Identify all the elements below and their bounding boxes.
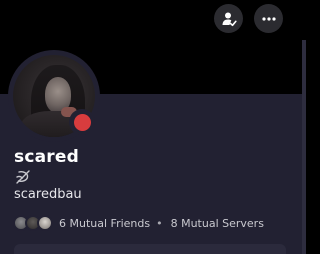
dnd-status-dot <box>73 113 91 131</box>
mutual-servers-link[interactable]: 8 Mutual Servers <box>171 217 264 230</box>
mutual-friend-avatar <box>37 215 53 231</box>
mutuals-row: 6 Mutual Friends • 8 Mutual Servers <box>13 213 264 233</box>
profile-section-card <box>14 244 286 254</box>
panel-edge <box>302 40 306 254</box>
status-indicator <box>69 109 95 135</box>
add-friend-icon <box>222 12 237 26</box>
nitro-slash-icon <box>16 170 30 184</box>
more-options-button[interactable] <box>254 4 283 33</box>
add-friend-button[interactable] <box>214 4 243 33</box>
mutual-avatars <box>13 213 57 233</box>
mutual-friends-link[interactable]: 6 Mutual Friends <box>59 217 150 230</box>
mutuals-separator: • <box>156 216 163 230</box>
username: scaredbau <box>14 187 82 202</box>
more-icon <box>261 16 276 21</box>
display-name: scared <box>14 147 79 167</box>
